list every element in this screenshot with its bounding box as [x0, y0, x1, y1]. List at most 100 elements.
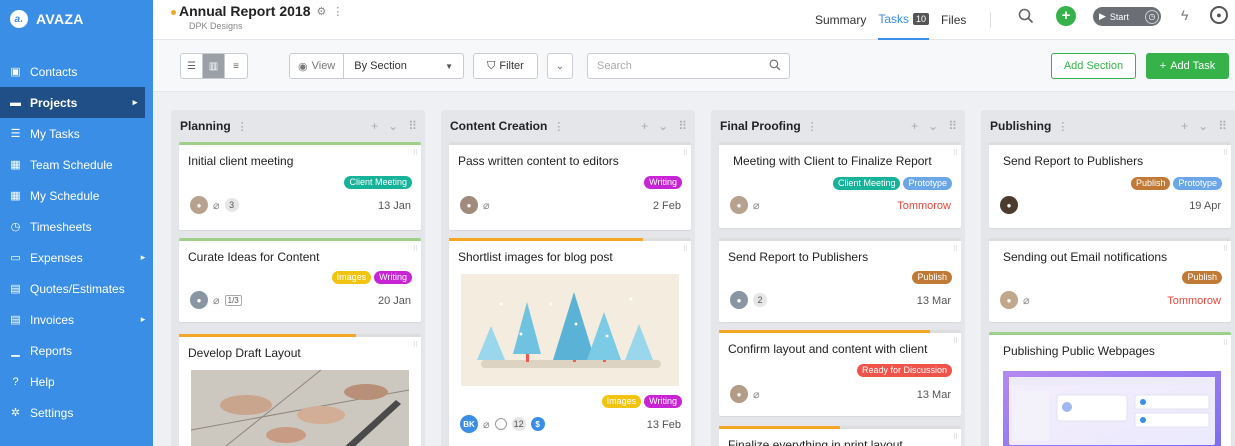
sidebar-item-contacts[interactable]: ▣ Contacts [0, 56, 153, 87]
chevron-down-icon[interactable]: ⌄ [928, 119, 938, 133]
tab-files[interactable]: Files [941, 0, 966, 40]
sidebar-item-settings[interactable]: ✲ Settings [0, 397, 153, 428]
sidebar-item-label: Timesheets [30, 219, 92, 234]
chevron-down-icon[interactable]: ⌄ [1198, 119, 1208, 133]
drag-handle-icon[interactable]: ⠿ [953, 149, 958, 157]
task-card[interactable]: ⠿ Develop Draft Layout [179, 334, 421, 446]
search-input[interactable] [588, 54, 758, 78]
chevron-down-icon[interactable]: ⌄ [658, 119, 668, 133]
quick-add-button[interactable]: + [1056, 6, 1076, 26]
more-vertical-icon[interactable]: ⋮ [1057, 120, 1068, 133]
gear-icon[interactable]: ⚙ [316, 5, 326, 18]
task-title: Publishing Public Webpages [1003, 344, 1155, 358]
plus-icon[interactable]: + [911, 119, 918, 133]
timer-start-button[interactable]: ▶ Start ◷ [1093, 7, 1161, 26]
add-task-button[interactable]: + Add Task [1146, 53, 1229, 79]
gantt-view-icon[interactable]: ≡ [225, 54, 247, 78]
sidebar-item-reports[interactable]: ▁ Reports [0, 335, 153, 366]
task-meta: ● ⌀ [1000, 291, 1030, 309]
avatar: ● [1000, 196, 1018, 214]
board-toolbar: ☰ ▥ ≡ ◉View By Section ▼ ⛉ Filter ⌄ Add … [153, 40, 1235, 92]
sidebar-item-timesheets[interactable]: ◷ Timesheets [0, 211, 153, 242]
add-section-button[interactable]: Add Section [1051, 53, 1136, 79]
plus-icon: + [1159, 60, 1167, 72]
drag-handle-icon[interactable]: ⠿ [413, 341, 418, 349]
user-avatar-icon[interactable]: ● [1210, 6, 1228, 24]
sidebar-item-projects[interactable]: ▬ Projects ▸ [0, 87, 145, 118]
avatar: ● [190, 291, 208, 309]
search-icon[interactable] [1018, 8, 1040, 30]
brand[interactable]: a. AVAZA [0, 0, 153, 38]
view-select[interactable]: ◉ View By Section ▼ [289, 53, 464, 79]
drag-handle-icon[interactable]: ⠿ [953, 337, 958, 345]
drag-handle-icon[interactable]: ⠿ [683, 149, 688, 157]
drag-handle-icon[interactable]: ⠿ [1223, 339, 1228, 347]
section-tools: + ⌄ ⠿ [911, 119, 965, 133]
collapse-button[interactable]: ⌄ [547, 53, 573, 79]
due-date: 19 Apr [1189, 200, 1221, 212]
sidebar-nav: ▣ Contacts ▬ Projects ▸ ☰ My Tasks ▦ Team Sch… [0, 56, 153, 428]
clock-icon [494, 418, 507, 430]
progress-bar [719, 426, 840, 429]
drag-handle-icon[interactable]: ⠿ [1223, 149, 1228, 157]
task-card[interactable]: ⠿ Finalize everything in print layout [719, 426, 961, 446]
search-icon[interactable] [769, 59, 781, 74]
chevron-down-icon[interactable]: ⌄ [388, 119, 398, 133]
section-header: Final Proofing ⋮ + ⌄ ⠿ [711, 110, 965, 142]
drag-handle-icon[interactable]: ⠿ [678, 119, 687, 133]
drag-handle-icon[interactable]: ⠿ [948, 119, 957, 133]
attachment-icon: ⌀ [213, 294, 220, 307]
task-card[interactable]: ⠿ Meeting with Client to Finalize Report… [719, 142, 961, 228]
tab-tasks[interactable]: Tasks 10 [878, 0, 930, 40]
task-card[interactable]: ⠿ Send Report to Publishers Publish Prot… [989, 142, 1231, 228]
sidebar-item-help[interactable]: ? Help [0, 366, 153, 397]
drag-handle-icon[interactable]: ⠿ [1223, 245, 1228, 253]
task-card[interactable]: ⠿ Curate Ideas for Content Images Writin… [179, 238, 421, 322]
plus-icon[interactable]: + [1181, 119, 1188, 133]
more-vertical-icon[interactable]: ⋮ [332, 5, 343, 18]
tag-list: Images Writing [601, 395, 682, 408]
task-card[interactable]: ⠿ Sending out Email notifications Publis… [989, 238, 1231, 322]
tag: Writing [374, 271, 412, 284]
drag-handle-icon[interactable]: ⠿ [408, 119, 417, 133]
board-view-icon[interactable]: ▥ [203, 54, 225, 78]
help-icon: ? [12, 375, 19, 388]
drag-handle-icon[interactable]: ⠿ [953, 433, 958, 441]
sidebar-item-quotes[interactable]: ▤ Quotes/Estimates [0, 273, 153, 304]
more-vertical-icon[interactable]: ⋮ [237, 120, 248, 133]
drag-handle-icon[interactable]: ⠿ [413, 245, 418, 253]
task-card[interactable]: ⠿ Initial client meeting Client Meeting … [179, 142, 421, 230]
drag-handle-icon[interactable]: ⠿ [413, 149, 418, 157]
plus-icon[interactable]: + [371, 119, 378, 133]
sidebar-item-my-schedule[interactable]: ▦ My Schedule [0, 180, 153, 211]
more-vertical-icon[interactable]: ⋮ [553, 120, 564, 133]
plus-icon[interactable]: + [641, 119, 648, 133]
drag-handle-icon[interactable]: ⠿ [953, 245, 958, 253]
task-card[interactable]: ⠿ Pass written content to editors Writin… [449, 142, 691, 230]
tag: Publish [912, 271, 952, 284]
sidebar-item-my-tasks[interactable]: ☰ My Tasks [0, 118, 153, 149]
lightning-icon[interactable]: ϟ [1181, 7, 1188, 23]
sidebar: a. AVAZA ▣ Contacts ▬ Projects ▸ ☰ My Tasks … [0, 0, 153, 446]
filter-button[interactable]: ⛉ Filter [473, 53, 538, 79]
list-view-icon[interactable]: ☰ [181, 54, 203, 78]
sidebar-item-expenses[interactable]: ▭ Expenses ▸ [0, 242, 153, 273]
task-meta: ● ⌀ [730, 196, 760, 214]
task-card[interactable]: ⠿ Send Report to Publishers Publish ● 2 … [719, 238, 961, 322]
drag-handle-icon[interactable]: ⠿ [1218, 119, 1227, 133]
more-vertical-icon[interactable]: ⋮ [807, 120, 818, 133]
progress-bar [179, 334, 356, 337]
sidebar-item-invoices[interactable]: ▤ Invoices ▸ [0, 304, 153, 335]
section-title: Content Creation [450, 119, 548, 133]
task-meta: ● 2 [730, 291, 767, 309]
tab-summary[interactable]: Summary [815, 0, 866, 40]
sidebar-item-label: Quotes/Estimates [30, 281, 125, 296]
task-card[interactable]: ⠿ Shortlist images for blog post Images … [449, 238, 691, 446]
task-card[interactable]: ⠿ Publishing Public Webpages [989, 332, 1231, 446]
tag: Images [601, 395, 642, 408]
drag-handle-icon[interactable]: ⠿ [683, 245, 688, 253]
sidebar-item-team-schedule[interactable]: ▦ Team Schedule [0, 149, 153, 180]
tab-label: Files [941, 13, 967, 27]
sidebar-item-label: My Tasks [30, 126, 80, 141]
task-card[interactable]: ⠿ Confirm layout and content with client… [719, 330, 961, 416]
